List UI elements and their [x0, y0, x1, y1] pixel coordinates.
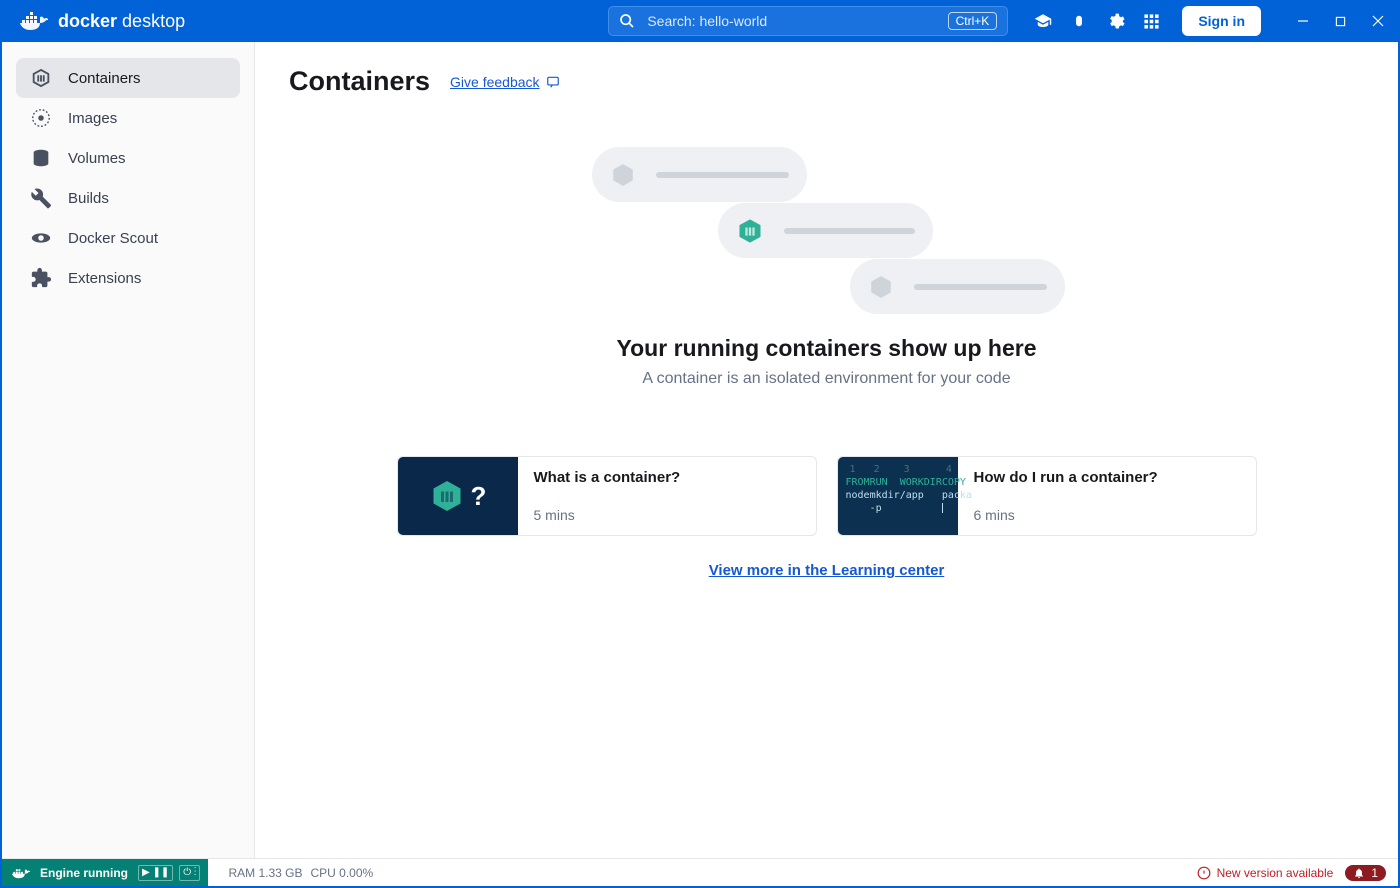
cpu-stat: CPU 0.00%: [310, 866, 373, 880]
card-how-run-container[interactable]: 1FROM node 2RUN mkdir -p 3WORKDIR /app 4…: [837, 456, 1257, 536]
sidebar-item-extensions[interactable]: Extensions: [16, 258, 240, 298]
builds-icon: [30, 187, 52, 209]
card-illustration: ?: [398, 457, 518, 535]
extensions-icon: [30, 267, 52, 289]
hero-subtitle: A container is an isolated environment f…: [642, 370, 1010, 388]
empty-state: Your running containers show up here A c…: [289, 147, 1364, 388]
hero-title: Your running containers show up here: [617, 335, 1037, 362]
search-kbd: Ctrl+K: [948, 12, 998, 30]
sidebar-item-label: Docker Scout: [68, 230, 158, 247]
brand: docker desktop: [20, 11, 185, 32]
page-title: Containers: [289, 66, 430, 97]
container-icon: [30, 67, 52, 89]
apps-icon[interactable]: [1143, 13, 1160, 30]
search-input[interactable]: [645, 12, 937, 30]
sidebar-item-label: Builds: [68, 190, 109, 207]
card-title: How do I run a container?: [974, 469, 1158, 486]
volumes-icon: [30, 147, 52, 169]
whale-icon: [12, 866, 30, 879]
sidebar-item-label: Containers: [68, 70, 141, 87]
maximize-icon[interactable]: [1335, 16, 1346, 27]
whale-icon: [20, 11, 48, 31]
bug-icon[interactable]: [1070, 12, 1088, 30]
info-icon: [1197, 866, 1211, 880]
sidebar-item-label: Extensions: [68, 270, 141, 287]
card-time: 6 mins: [974, 507, 1158, 523]
scout-icon: [30, 227, 52, 249]
sidebar: Containers Images Volumes Builds Docker …: [2, 42, 255, 858]
minimize-icon[interactable]: [1297, 15, 1309, 27]
brand-bold: docker: [58, 11, 117, 31]
bell-icon: [1353, 867, 1365, 879]
sidebar-item-label: Volumes: [68, 150, 126, 167]
engine-controls: ▶ ❚❚ ⏻ ⋮: [138, 859, 208, 886]
footer: Engine running ▶ ❚❚ ⏻ ⋮ RAM 1.33 GB CPU …: [2, 858, 1398, 886]
ram-stat: RAM 1.33 GB: [228, 866, 302, 880]
card-what-is-container[interactable]: ? What is a container? 5 mins: [397, 456, 817, 536]
sidebar-item-images[interactable]: Images: [16, 98, 240, 138]
pills-illustration: [592, 147, 1062, 317]
card-title: What is a container?: [534, 469, 681, 486]
sidebar-item-builds[interactable]: Builds: [16, 178, 240, 218]
gear-icon[interactable]: [1106, 12, 1125, 31]
main: Containers Give feedback Your running co…: [255, 42, 1398, 858]
feedback-icon: [546, 75, 560, 89]
learn-icon[interactable]: [1034, 12, 1052, 30]
engine-status[interactable]: Engine running: [2, 859, 138, 886]
sidebar-item-volumes[interactable]: Volumes: [16, 138, 240, 178]
search-icon: [619, 13, 635, 29]
search-field[interactable]: Ctrl+K: [608, 6, 1008, 36]
give-feedback-link[interactable]: Give feedback: [450, 74, 560, 90]
power-button[interactable]: ⏻ ⋮: [179, 865, 200, 881]
sidebar-item-docker-scout[interactable]: Docker Scout: [16, 218, 240, 258]
notification-badge[interactable]: 1: [1345, 865, 1386, 881]
update-available[interactable]: New version available: [1197, 866, 1334, 880]
sidebar-item-containers[interactable]: Containers: [16, 58, 240, 98]
signin-button[interactable]: Sign in: [1182, 6, 1261, 36]
card-time: 5 mins: [534, 507, 681, 523]
learning-center-link[interactable]: View more in the Learning center: [709, 562, 945, 579]
images-icon: [30, 107, 52, 129]
card-code-illustration: 1FROM node 2RUN mkdir -p 3WORKDIR /app 4…: [838, 457, 958, 535]
close-icon[interactable]: [1372, 15, 1384, 27]
sidebar-item-label: Images: [68, 110, 117, 127]
titlebar: docker desktop Ctrl+K Sign in: [2, 0, 1398, 42]
brand-rest: desktop: [122, 11, 185, 31]
play-pause-button[interactable]: ▶ ❚❚: [138, 865, 173, 881]
